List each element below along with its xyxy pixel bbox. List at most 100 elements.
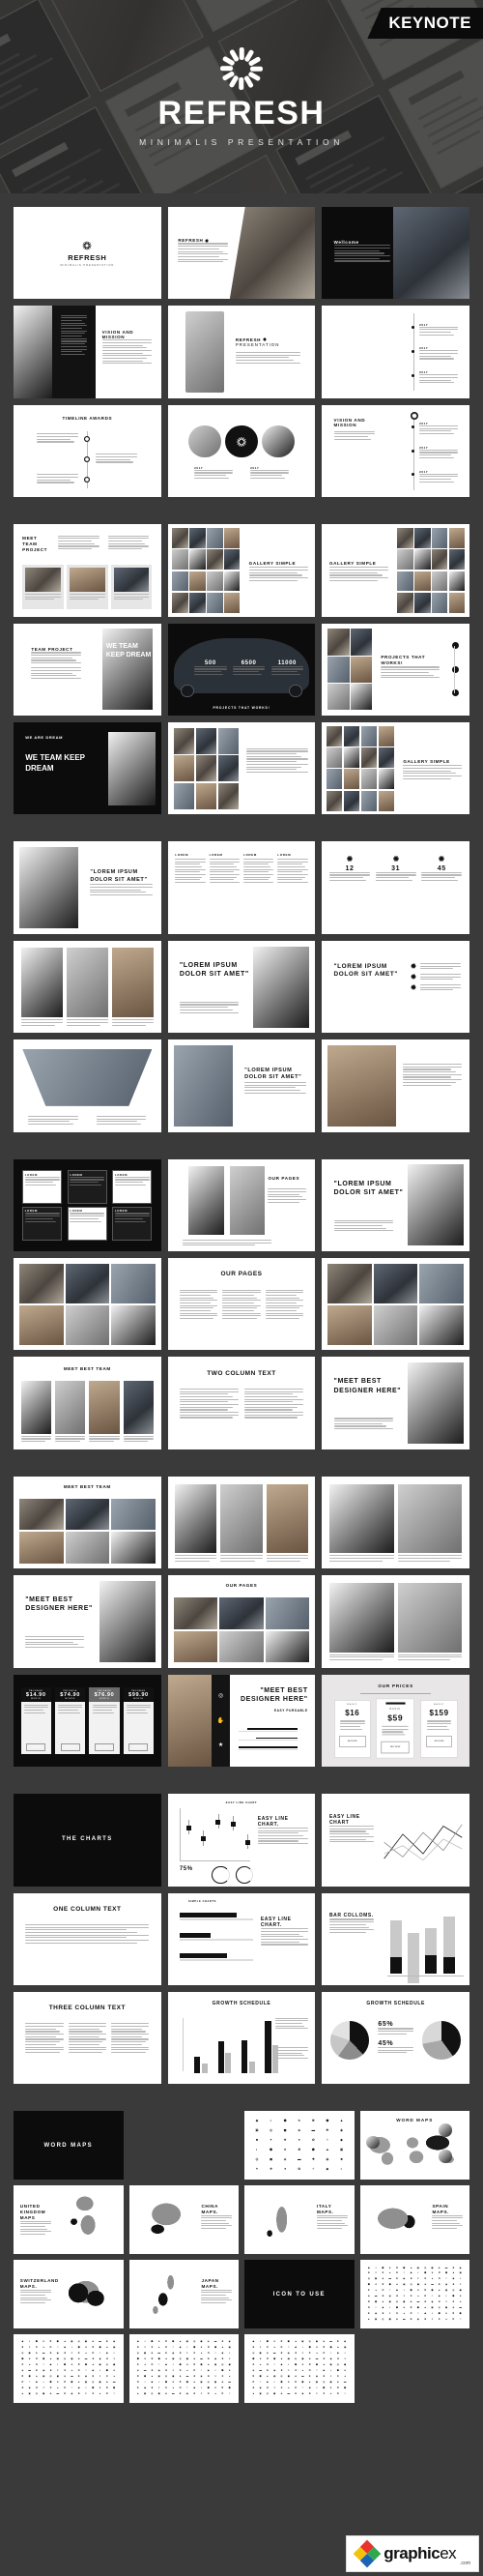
- grid-icon[interactable]: ✚: [309, 2376, 311, 2379]
- grid-icon[interactable]: ⬢: [193, 2347, 195, 2350]
- grid-icon[interactable]: ■: [267, 2387, 269, 2390]
- grid-icon[interactable]: ◈: [208, 2341, 210, 2344]
- grid-icon[interactable]: ◆: [180, 2347, 182, 2350]
- grid-icon[interactable]: ✚: [208, 2358, 210, 2361]
- grid-icon[interactable]: ⬢: [106, 2370, 108, 2373]
- grid-icon[interactable]: ▣: [228, 2347, 230, 2350]
- grid-icon[interactable]: ◼: [200, 2341, 202, 2344]
- slide-thumbnail[interactable]: REFRESH MINIMALIS PRESENTATION: [14, 207, 161, 300]
- grid-icon[interactable]: ▬: [43, 2353, 45, 2356]
- grid-icon[interactable]: ✿: [137, 2382, 139, 2385]
- slide-thumbnail[interactable]: MEET TEAM PROJECT: [14, 524, 161, 617]
- grid-icon[interactable]: ◍: [21, 2353, 23, 2356]
- grid-icon[interactable]: ✦: [431, 2319, 433, 2322]
- slide-thumbnail[interactable]: GALLERY SIMPLE: [322, 722, 469, 815]
- grid-icon[interactable]: ▣: [200, 2382, 202, 2385]
- grid-icon[interactable]: ✧: [312, 2167, 315, 2172]
- grid-icon[interactable]: ★: [99, 2387, 100, 2390]
- grid-icon[interactable]: ◆: [208, 2370, 210, 2373]
- grid-icon[interactable]: ★: [144, 2358, 146, 2361]
- grid-icon[interactable]: ▬: [298, 2157, 301, 2162]
- grid-icon[interactable]: ✧: [113, 2392, 115, 2396]
- grid-icon[interactable]: ❖: [151, 2347, 153, 2350]
- grid-icon[interactable]: ▬: [214, 2341, 217, 2344]
- grid-icon[interactable]: ◍: [368, 2278, 370, 2281]
- grid-icon[interactable]: ◈: [424, 2284, 426, 2287]
- grid-icon[interactable]: ◍: [252, 2353, 254, 2356]
- grid-icon[interactable]: ◉: [99, 2358, 100, 2361]
- grid-icon[interactable]: ▣: [344, 2347, 346, 2350]
- grid-icon[interactable]: ⬢: [424, 2272, 426, 2275]
- grid-icon[interactable]: ◉: [445, 2284, 447, 2287]
- grid-icon[interactable]: ●: [417, 2296, 419, 2298]
- grid-icon[interactable]: ●: [460, 2301, 462, 2304]
- grid-icon[interactable]: ✦: [344, 2358, 346, 2361]
- buy-button[interactable]: BUY NOW: [60, 1742, 80, 1751]
- grid-icon[interactable]: ◍: [309, 2341, 311, 2344]
- grid-icon[interactable]: ✿: [337, 2392, 339, 2396]
- grid-icon[interactable]: ▲: [396, 2284, 399, 2287]
- slide-thumbnail[interactable]: SIMPLE CHARTS EASY LINE CHART.: [167, 1892, 316, 1985]
- grid-icon[interactable]: ✧: [43, 2364, 44, 2367]
- grid-icon[interactable]: ▬: [344, 2382, 347, 2385]
- grid-icon[interactable]: ✚: [92, 2358, 94, 2361]
- grid-icon[interactable]: ■: [439, 2301, 440, 2304]
- grid-icon[interactable]: ✚: [295, 2392, 297, 2396]
- grid-icon[interactable]: ◐: [330, 2370, 332, 2373]
- grid-icon[interactable]: ◍: [221, 2364, 223, 2367]
- grid-icon[interactable]: ★: [229, 2370, 231, 2373]
- grid-icon[interactable]: ◆: [327, 2167, 329, 2172]
- grid-icon[interactable]: ⬢: [78, 2347, 80, 2350]
- grid-icon[interactable]: ●: [445, 2319, 447, 2322]
- grid-icon[interactable]: ✦: [200, 2392, 202, 2396]
- grid-icon[interactable]: ▲: [267, 2376, 270, 2379]
- grid-icon[interactable]: ▬: [375, 2296, 378, 2298]
- grid-icon[interactable]: ●: [344, 2376, 346, 2379]
- grid-icon[interactable]: ✚: [64, 2392, 66, 2396]
- grid-icon[interactable]: ▣: [329, 2364, 331, 2367]
- grid-icon[interactable]: ▲: [410, 2267, 412, 2270]
- grid-icon[interactable]: ◍: [208, 2382, 210, 2385]
- grid-icon[interactable]: ▣: [340, 2148, 343, 2152]
- grid-icon[interactable]: ⬟: [301, 2382, 303, 2385]
- grid-icon[interactable]: ▣: [157, 2376, 159, 2379]
- slide-thumbnail[interactable]: ◆ ◐ ⬢ ★ ✖ ⬟ ▲ ▣ ◍ ◼ ◈ ▬ ✚ ◉ ■ ✦ ❖ ● ✿ ✧ ◆ ◐ ⬢ ★ ✖ ⬟ ▲ ▣ ◍ ◼ ◈ ▬ ✚ ◉ ■ ✦ ❖ ● ✿ ✧…: [128, 2334, 239, 2404]
- grid-icon[interactable]: ◍: [36, 2392, 38, 2396]
- grid-icon[interactable]: ✚: [280, 2353, 282, 2356]
- grid-icon[interactable]: ★: [431, 2272, 433, 2275]
- grid-icon[interactable]: ✿: [180, 2387, 182, 2390]
- slide-thumbnail[interactable]: OUR PAGES: [167, 1158, 316, 1252]
- grid-icon[interactable]: ⬢: [151, 2341, 153, 2344]
- slide-thumbnail[interactable]: SPAIN MAPS.: [359, 2185, 469, 2255]
- grid-icon[interactable]: ▲: [21, 2392, 24, 2396]
- grid-icon[interactable]: ●: [214, 2392, 216, 2396]
- grid-icon[interactable]: ◐: [186, 2347, 188, 2350]
- grid-icon[interactable]: ▲: [337, 2347, 340, 2350]
- grid-icon[interactable]: ◉: [403, 2278, 405, 2281]
- grid-icon[interactable]: ◈: [309, 2358, 311, 2361]
- slide-thumbnail[interactable]: [14, 1258, 161, 1351]
- grid-icon[interactable]: ⬢: [252, 2358, 254, 2361]
- grid-icon[interactable]: ◍: [270, 2128, 272, 2133]
- grid-icon[interactable]: ★: [85, 2347, 87, 2350]
- grid-icon[interactable]: ▬: [329, 2341, 332, 2344]
- grid-icon[interactable]: ⬟: [445, 2272, 447, 2275]
- grid-icon[interactable]: ⬟: [43, 2358, 44, 2361]
- grid-icon[interactable]: ▣: [375, 2319, 377, 2322]
- grid-icon[interactable]: ▬: [312, 2128, 316, 2133]
- grid-icon[interactable]: ▲: [36, 2376, 39, 2379]
- grid-icon[interactable]: ❖: [396, 2313, 398, 2316]
- grid-icon[interactable]: ▬: [172, 2392, 175, 2396]
- slide-thumbnail[interactable]: ◆ ◐ ⬢ ★ ✖ ⬟ ▲ ▣ ◍ ◼ ◈ ▬ ✚ ◉ ■ ✦ ❖ ● ✿ ✧ ◆ ◐ ⬢ ★ ✖ ⬟ ▲ ▣ ◍ ◼ ◈ ▬ ✚ ◉ ■ ✦ ❖ ● ✿ ✧…: [244, 2334, 355, 2404]
- grid-icon[interactable]: ▲: [106, 2347, 109, 2350]
- grid-icon[interactable]: ✧: [403, 2272, 405, 2275]
- grid-icon[interactable]: ✖: [78, 2364, 80, 2367]
- grid-icon[interactable]: ●: [29, 2364, 31, 2367]
- grid-icon[interactable]: ▬: [459, 2307, 462, 2310]
- grid-icon[interactable]: ◐: [288, 2364, 290, 2367]
- grid-icon[interactable]: ✧: [326, 2138, 328, 2143]
- grid-icon[interactable]: ▲: [49, 2358, 52, 2361]
- grid-icon[interactable]: ◉: [158, 2370, 160, 2373]
- grid-icon[interactable]: ✿: [312, 2138, 315, 2143]
- grid-icon[interactable]: ◍: [410, 2284, 412, 2287]
